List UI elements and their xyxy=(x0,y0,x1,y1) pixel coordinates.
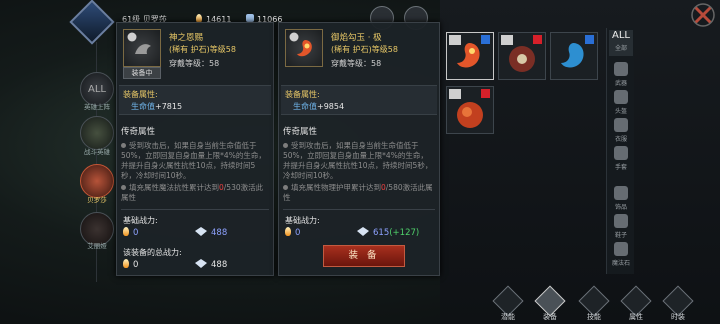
compare-item-panel: 御焰勾玉 · 极 (稀有 护石)等级58 穿戴等级：58 装备属性: 生命值+9… xyxy=(278,22,440,276)
base-shield-value: 615(+127) xyxy=(357,227,419,238)
item-slot xyxy=(123,29,161,67)
nav-attributes[interactable]: 属性 xyxy=(618,285,654,321)
bullet-icon xyxy=(121,143,126,148)
fire-magatama-icon xyxy=(449,35,490,68)
nav-potential[interactable]: 潜能 xyxy=(490,285,526,321)
shield-icon xyxy=(357,227,369,236)
total-fire-value: 0 xyxy=(123,259,138,270)
hero-avatar-beroza[interactable] xyxy=(80,164,114,198)
category-helmet[interactable]: 头盔 xyxy=(609,90,633,116)
item-slot xyxy=(285,29,323,67)
category-shoes[interactable]: 鞋子 xyxy=(609,214,633,240)
base-fire-value: 0 xyxy=(285,227,300,238)
close-icon[interactable] xyxy=(690,2,716,28)
sword-icon xyxy=(614,62,628,76)
glove-icon xyxy=(614,146,628,160)
shield-icon xyxy=(195,259,207,268)
bird-icon xyxy=(135,44,151,54)
hero-aliya-label: 艾丽娅 xyxy=(87,242,107,250)
item-rarity: (稀有 护石)等级58 xyxy=(331,45,398,54)
divider xyxy=(283,209,435,210)
nav-equipment[interactable]: 装备 xyxy=(532,285,568,321)
attr-header: 装备属性: xyxy=(123,90,158,99)
fire-magatama-icon xyxy=(297,40,312,57)
item-name: 神之恩赐 xyxy=(169,33,204,43)
bullet-icon xyxy=(283,185,288,190)
nav-skills[interactable]: 技能 xyxy=(576,285,612,321)
nav-fashion[interactable]: 时装 xyxy=(660,285,696,321)
category-rail: ALL 全部 武器 头盔 衣服 手套 饰品 鞋子 魔法石 xyxy=(606,28,634,274)
boot-icon xyxy=(614,214,628,228)
legend-header: 传奇属性 xyxy=(283,127,318,137)
attr-header: 装备属性: xyxy=(285,90,320,99)
necklace-icon xyxy=(614,186,628,200)
hero-beroza-label: 贝罗莎 xyxy=(87,196,107,204)
base-shield-value: 488 xyxy=(195,227,227,238)
ember-stone-icon xyxy=(449,89,490,128)
helmet-icon xyxy=(614,90,628,104)
category-all[interactable]: ALL 全部 xyxy=(609,30,633,56)
hero-avatar-warrior[interactable] xyxy=(80,116,114,150)
item-wear-level: 穿戴等级：58 xyxy=(331,59,382,68)
attr-box: 装备属性: 生命值+7815 xyxy=(119,85,271,115)
shield-icon xyxy=(195,227,207,236)
base-power-label: 基础战力: xyxy=(123,216,158,225)
attr-line: 生命值+9854 xyxy=(293,102,345,111)
equipped-item-panel: 神之恩赐 (稀有 护石)等级58 穿戴等级：58 装备中 装备属性: 生命值+7… xyxy=(116,22,274,276)
legend-header: 传奇属性 xyxy=(121,127,156,137)
base-fire-value: 0 xyxy=(123,227,138,238)
legend-text: 受到攻击后，如果自身当前生命值低于50%，立即回复自身血量上限*4%的生命，并提… xyxy=(121,141,266,202)
amulet-icon xyxy=(501,35,542,72)
total-shield-value: 488 xyxy=(195,259,227,270)
fire-icon xyxy=(123,259,129,268)
divider xyxy=(121,209,269,210)
inventory-slot-blue-magatama[interactable] xyxy=(550,32,598,80)
item-name: 御焰勾玉 · 极 xyxy=(331,33,382,43)
hero-all-label: 英雄上阵 xyxy=(84,103,110,111)
fire-icon xyxy=(123,227,129,236)
legend-text: 受到攻击后，如果自身当前生命值低于50%，立即回复自身血量上限*4%的生命，并提… xyxy=(283,141,433,202)
attr-line: 生命值+7815 xyxy=(131,102,183,111)
total-power-label: 该装备的总战力: xyxy=(123,248,182,257)
item-rarity: (稀有 护石)等级58 xyxy=(169,45,236,54)
base-power-label: 基础战力: xyxy=(285,216,320,225)
equip-button[interactable]: 装 备 xyxy=(323,245,405,267)
category-weapon[interactable]: 武器 xyxy=(609,62,633,88)
hero-warrior-label: 战斗英雄 xyxy=(84,148,110,156)
equipped-badge: 装备中 xyxy=(123,67,161,79)
category-armor[interactable]: 衣服 xyxy=(609,118,633,144)
attr-box: 装备属性: 生命值+9854 xyxy=(281,85,437,115)
fire-icon xyxy=(285,227,291,236)
category-accessory[interactable]: 饰品 xyxy=(609,186,633,212)
bullet-icon xyxy=(121,185,126,190)
inventory-slot-fire-magatama[interactable] xyxy=(446,32,494,80)
blue-magatama-icon xyxy=(561,35,594,68)
category-gloves[interactable]: 手套 xyxy=(609,146,633,172)
shield-icon xyxy=(246,14,254,22)
armor-icon xyxy=(614,118,628,132)
inventory-slot-amulet[interactable] xyxy=(498,32,546,80)
bullet-icon xyxy=(283,143,288,148)
item-wear-level: 穿戴等级：58 xyxy=(169,59,220,68)
gem-icon xyxy=(614,242,628,256)
category-magic-stone[interactable]: 魔法石 xyxy=(609,242,633,268)
inventory-slot-ember-stone[interactable] xyxy=(446,86,494,134)
